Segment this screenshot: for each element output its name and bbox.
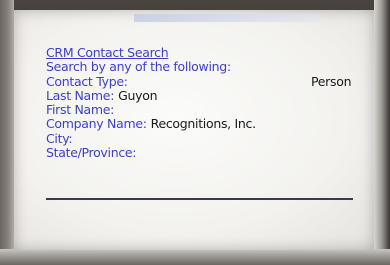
field-label: State/Province:: [46, 145, 137, 161]
field-last-name[interactable]: Last Name: Guyon: [46, 87, 374, 103]
field-contact-type[interactable]: Contact Type: Person: [46, 73, 374, 89]
page-title[interactable]: CRM Contact Search: [46, 45, 169, 60]
bezel-bottom-edge: [0, 249, 390, 265]
last-name-input[interactable]: Guyon: [118, 88, 157, 103]
title-highlight-bar: [134, 14, 319, 22]
device-screen: CRM Contact Search Search by any of the …: [14, 10, 374, 250]
contact-search-form: CRM Contact Search Search by any of the …: [46, 45, 374, 161]
field-label: Last Name:: [46, 87, 115, 103]
field-first-name[interactable]: First Name:: [46, 103, 374, 117]
field-label: Company Name:: [46, 116, 147, 132]
instruction-text: Search by any of the following:: [46, 59, 231, 75]
company-name-input[interactable]: Recognitions, Inc.: [151, 116, 256, 131]
field-label: City:: [46, 130, 73, 146]
title-row: CRM Contact Search: [46, 45, 374, 60]
contact-type-value[interactable]: Person: [311, 74, 352, 89]
field-label: First Name:: [46, 102, 115, 118]
field-state-province[interactable]: State/Province:: [46, 145, 374, 161]
form-divider: [46, 198, 353, 200]
instruction-row: Search by any of the following:: [46, 60, 374, 74]
bezel-right-edge: [374, 0, 390, 265]
field-company-name[interactable]: Company Name: Recognitions, Inc.: [46, 117, 374, 131]
field-label: Contact Type:: [46, 73, 128, 89]
bezel-left-edge: [0, 0, 14, 265]
field-city[interactable]: City:: [46, 130, 374, 146]
